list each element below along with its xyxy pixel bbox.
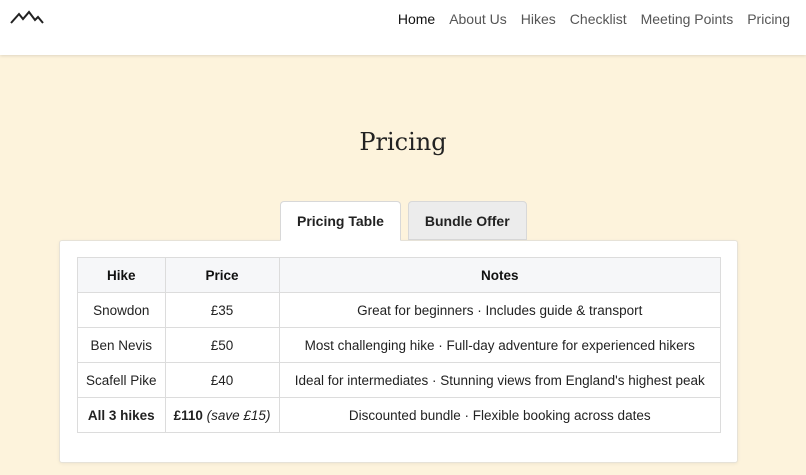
- hike-name-cell: Ben Nevis: [77, 327, 166, 363]
- total-hike-cell: All 3 hikes: [77, 397, 166, 433]
- pricing-table: Hike Price Notes Snowdon £35 Great for b…: [77, 257, 722, 433]
- total-price: £110: [173, 407, 203, 423]
- column-header-hike: Hike: [77, 257, 166, 293]
- pricing-card: Hike Price Notes Snowdon £35 Great for b…: [59, 240, 738, 463]
- savings-note: (save £15): [206, 407, 271, 423]
- mountain-icon[interactable]: [10, 10, 44, 26]
- nav-link-hikes[interactable]: Hikes: [521, 11, 556, 27]
- price-cell: £40: [164, 362, 280, 398]
- nav-link-home[interactable]: Home: [398, 11, 435, 27]
- table-row: Ben Nevis £50 Most challenging hike · Fu…: [77, 327, 722, 363]
- notes-cell: Great for beginners · Includes guide & t…: [278, 292, 722, 328]
- tab-bundle-offer[interactable]: Bundle Offer: [407, 201, 527, 240]
- hike-name-cell: Scafell Pike: [77, 362, 166, 398]
- total-notes-cell: Discounted bundle · Flexible booking acr…: [278, 397, 722, 433]
- page-title: Pricing: [359, 128, 447, 156]
- total-price-cell: £110 (save £15): [164, 397, 280, 433]
- table-header-row: Hike Price Notes: [77, 257, 722, 293]
- pricing-tabs: Pricing Table Bundle Offer: [280, 201, 527, 241]
- nav-link-checklist[interactable]: Checklist: [570, 11, 627, 27]
- hike-name-cell: Snowdon: [77, 292, 166, 328]
- nav-link-pricing[interactable]: Pricing: [747, 11, 790, 27]
- table-row: Snowdon £35 Great for beginners · Includ…: [77, 292, 722, 328]
- notes-cell: Ideal for intermediates · Stunning views…: [278, 362, 722, 398]
- price-cell: £50: [164, 327, 280, 363]
- column-header-price: Price: [164, 257, 280, 293]
- nav-link-about-us[interactable]: About Us: [449, 11, 507, 27]
- table-row: Scafell Pike £40 Ideal for intermediates…: [77, 362, 722, 398]
- price-cell: £35: [164, 292, 280, 328]
- nav-link-meeting-points[interactable]: Meeting Points: [641, 11, 734, 27]
- notes-cell: Most challenging hike · Full-day adventu…: [278, 327, 722, 363]
- main-nav: Home About Us Hikes Checklist Meeting Po…: [398, 0, 790, 38]
- tab-pricing-table[interactable]: Pricing Table: [280, 201, 401, 241]
- column-header-notes: Notes: [278, 257, 722, 293]
- navbar: Home About Us Hikes Checklist Meeting Po…: [0, 0, 806, 55]
- table-total-row: All 3 hikes £110 (save £15) Discounted b…: [77, 397, 722, 433]
